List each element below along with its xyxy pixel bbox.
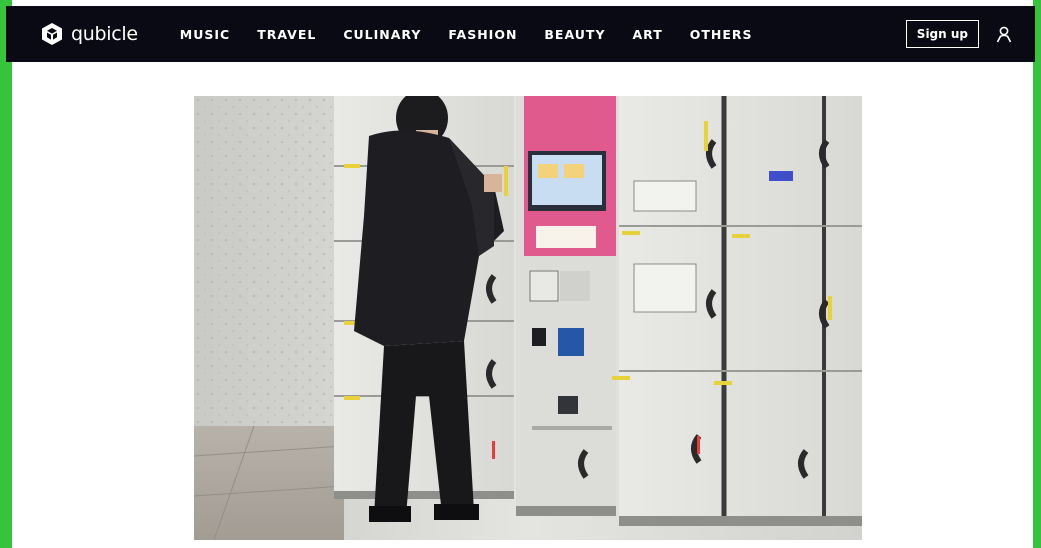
nav-item-others[interactable]: OTHERS xyxy=(690,27,753,42)
qubicle-cube-logo-icon xyxy=(42,23,62,45)
brand-logo-link[interactable]: qubicle xyxy=(40,22,138,46)
page: qubicle MUSIC TRAVEL CULINARY FASHION BE… xyxy=(0,0,1041,548)
nav-item-art[interactable]: ART xyxy=(633,27,663,42)
brand-name: qubicle xyxy=(71,23,138,45)
main-nav: MUSIC TRAVEL CULINARY FASHION BEAUTY ART… xyxy=(158,27,753,42)
nav-item-beauty[interactable]: BEAUTY xyxy=(544,27,605,42)
nav-item-travel[interactable]: TRAVEL xyxy=(257,27,316,42)
nav-item-culinary[interactable]: CULINARY xyxy=(343,27,421,42)
nav-item-fashion[interactable]: FASHION xyxy=(448,27,517,42)
coin-locker-photo xyxy=(194,96,862,540)
user-account-icon[interactable] xyxy=(995,25,1013,43)
sign-up-button[interactable]: Sign up xyxy=(905,20,979,48)
hero-image xyxy=(194,96,862,540)
top-navigation-bar: qubicle MUSIC TRAVEL CULINARY FASHION BE… xyxy=(6,6,1035,62)
header-actions: Sign up xyxy=(905,20,1013,48)
nav-item-music[interactable]: MUSIC xyxy=(180,27,230,42)
left-green-border xyxy=(0,0,12,548)
